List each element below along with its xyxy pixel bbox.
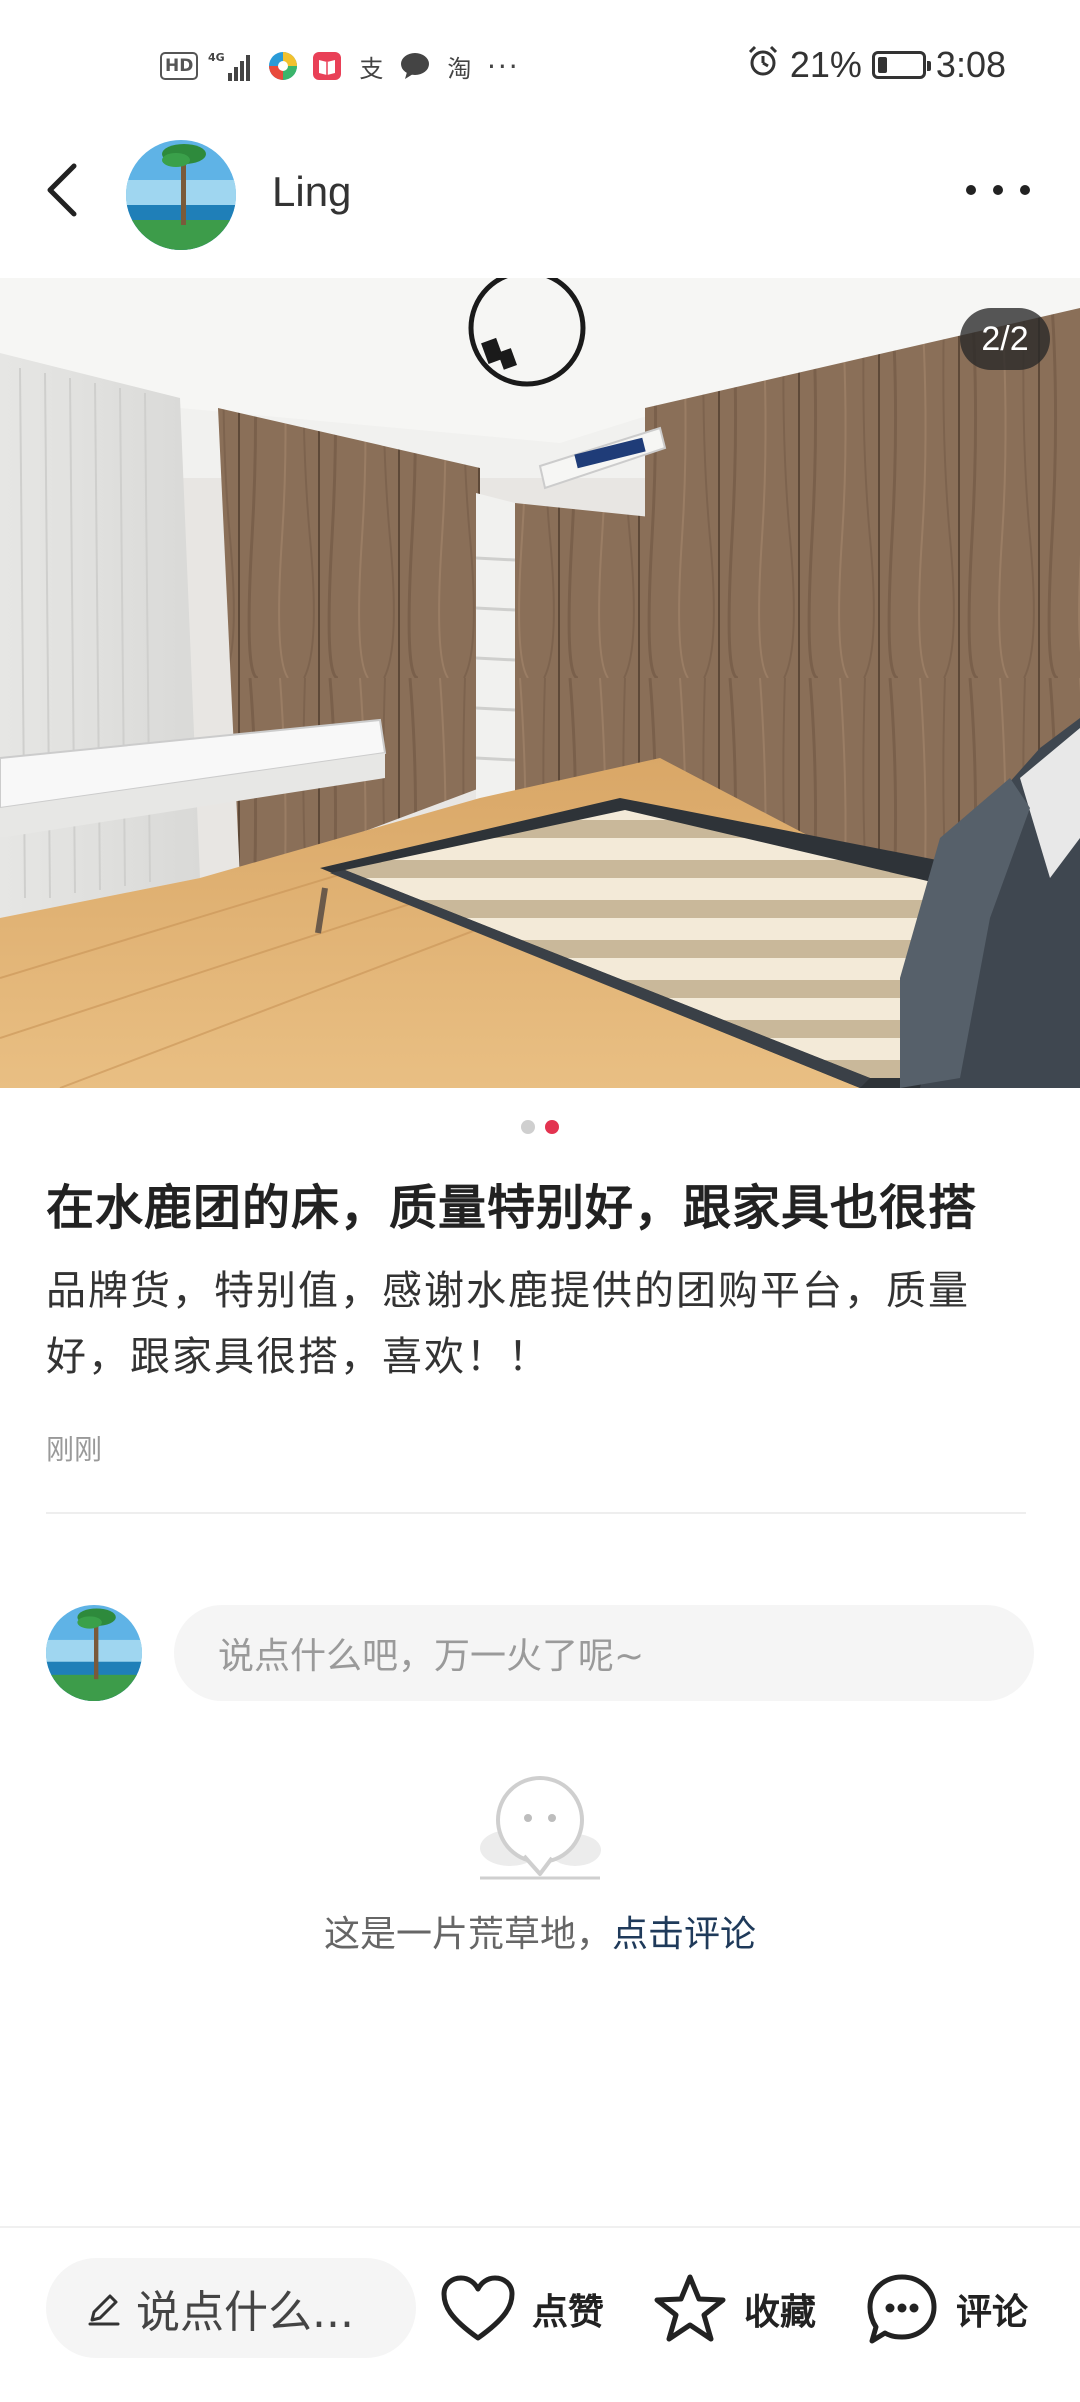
browser-app-icon xyxy=(266,49,300,83)
star-icon xyxy=(654,2274,726,2342)
dot-icon xyxy=(966,185,976,195)
pager-dot[interactable] xyxy=(521,1120,535,1134)
alipay-icon: 支 xyxy=(359,54,384,83)
dot-icon xyxy=(993,185,1003,195)
photo-pager xyxy=(0,1120,1080,1134)
like-label: 点赞 xyxy=(532,2292,605,2333)
pencil-icon xyxy=(88,2294,120,2326)
comment-button[interactable]: 评论 xyxy=(864,2264,1028,2354)
bottom-input-label: 说点什么... xyxy=(136,2287,354,2338)
divider xyxy=(46,1512,1026,1514)
status-bar: HD 4G 支 淘 ··· 21% 3:08 xyxy=(0,0,1080,130)
post-body: 品牌货，特别值，感谢水鹿提供的团购平台，质量好，跟家具很搭，喜欢！！ xyxy=(46,1268,970,1380)
comment-input[interactable]: 说点什么吧，万一火了呢~ xyxy=(174,1605,1034,1701)
clock: 3:08 xyxy=(935,44,1006,85)
bedroom-photo xyxy=(0,278,1080,1088)
comment-input-placeholder: 说点什么吧，万一火了呢~ xyxy=(218,1636,645,1677)
author-avatar[interactable] xyxy=(126,140,236,250)
more-notifications-icon: ··· xyxy=(486,49,520,83)
reader-app-icon xyxy=(310,49,344,83)
more-options-button[interactable] xyxy=(966,170,1030,210)
taobao-icon: 淘 xyxy=(447,54,472,83)
bottom-action-bar: 说点什么... 点赞 收藏 评论 xyxy=(0,2226,1080,2402)
post-header: Ling xyxy=(0,130,1080,278)
battery-icon xyxy=(871,51,931,79)
pager-dot-active[interactable] xyxy=(545,1120,559,1134)
like-button[interactable]: 点赞 xyxy=(440,2264,604,2354)
chat-icon xyxy=(398,49,432,83)
empty-comments-text: 这是一片荒草地， xyxy=(323,1914,612,1955)
battery-percent: 21% xyxy=(789,44,862,85)
chevron-left-icon xyxy=(47,163,77,217)
svg-text:4G: 4G xyxy=(208,51,225,64)
status-right: 21% 3:08 xyxy=(746,40,1006,90)
click-to-comment-link[interactable]: 点击评论 xyxy=(612,1914,756,1955)
alarm-icon xyxy=(746,44,780,87)
back-button[interactable] xyxy=(30,158,94,222)
favorite-button[interactable]: 收藏 xyxy=(652,2264,816,2354)
battery-fill xyxy=(877,57,887,73)
author-name[interactable]: Ling xyxy=(272,168,351,216)
hd-icon: HD xyxy=(160,52,199,80)
empty-comments-icon xyxy=(460,1770,620,1890)
dot-icon xyxy=(1020,185,1030,195)
post-timestamp: 刚刚 xyxy=(46,1433,103,1466)
user-avatar xyxy=(46,1605,142,1701)
comment-bubble-icon xyxy=(867,2274,937,2344)
favorite-label: 收藏 xyxy=(744,2292,817,2333)
photo-counter: 2/2 xyxy=(960,308,1050,370)
comment-label: 评论 xyxy=(956,2292,1029,2333)
post-title: 在水鹿团的床，质量特别好，跟家具也很搭 xyxy=(46,1180,978,1236)
signal-icon: 4G xyxy=(208,49,256,83)
heart-icon xyxy=(441,2275,515,2341)
post-photo[interactable]: 2/2 xyxy=(0,278,1080,1088)
empty-comments-message: 这是一片荒草地，点击评论 xyxy=(0,1905,1080,1957)
bottom-comment-input[interactable]: 说点什么... xyxy=(46,2258,416,2358)
status-left-icons: HD 4G 支 淘 ··· xyxy=(160,44,520,88)
